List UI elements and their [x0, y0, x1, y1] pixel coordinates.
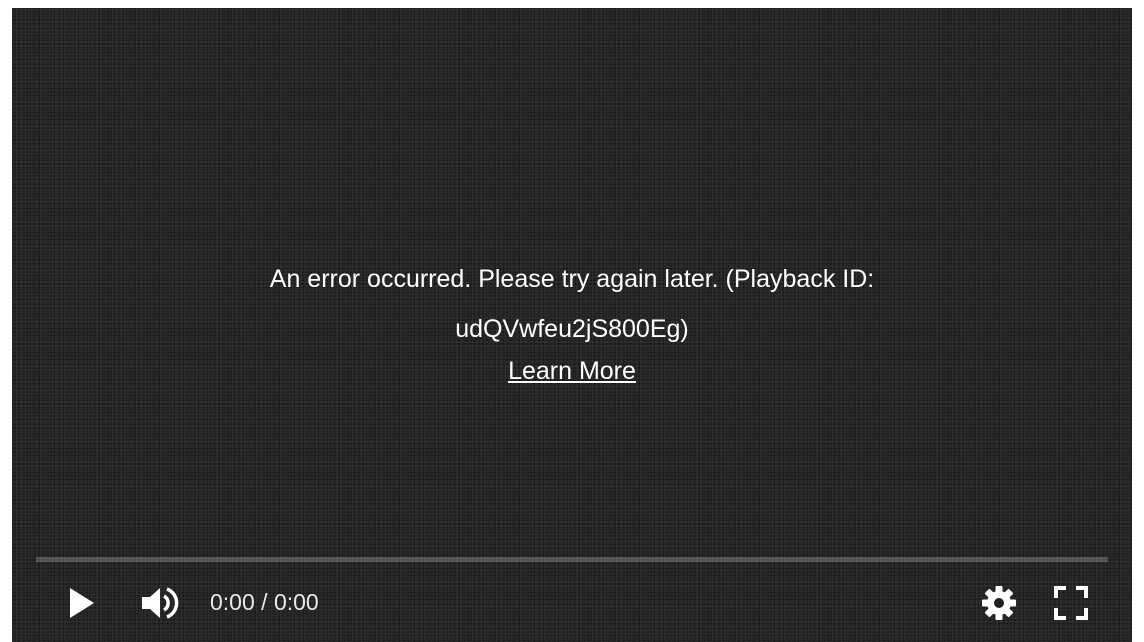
error-message: An error occurred. Please try again late…: [269, 265, 875, 343]
video-player[interactable]: An error occurred. Please try again late…: [12, 8, 1132, 642]
fullscreen-icon: [1054, 586, 1088, 620]
learn-more-link[interactable]: Learn More: [508, 356, 636, 386]
settings-button[interactable]: [978, 582, 1020, 624]
progress-bar[interactable]: [36, 557, 1108, 562]
time-separator: /: [254, 589, 274, 615]
error-panel: An error occurred. Please try again late…: [12, 254, 1132, 386]
fullscreen-button[interactable]: [1050, 582, 1092, 624]
gear-icon: [982, 586, 1016, 620]
volume-icon: [142, 587, 179, 619]
current-time: 0:00: [210, 589, 255, 615]
play-button[interactable]: [62, 582, 104, 624]
time-display: 0:00 / 0:00: [210, 586, 319, 618]
duration: 0:00: [273, 589, 319, 615]
play-icon: [70, 588, 94, 618]
volume-button[interactable]: [138, 582, 184, 624]
